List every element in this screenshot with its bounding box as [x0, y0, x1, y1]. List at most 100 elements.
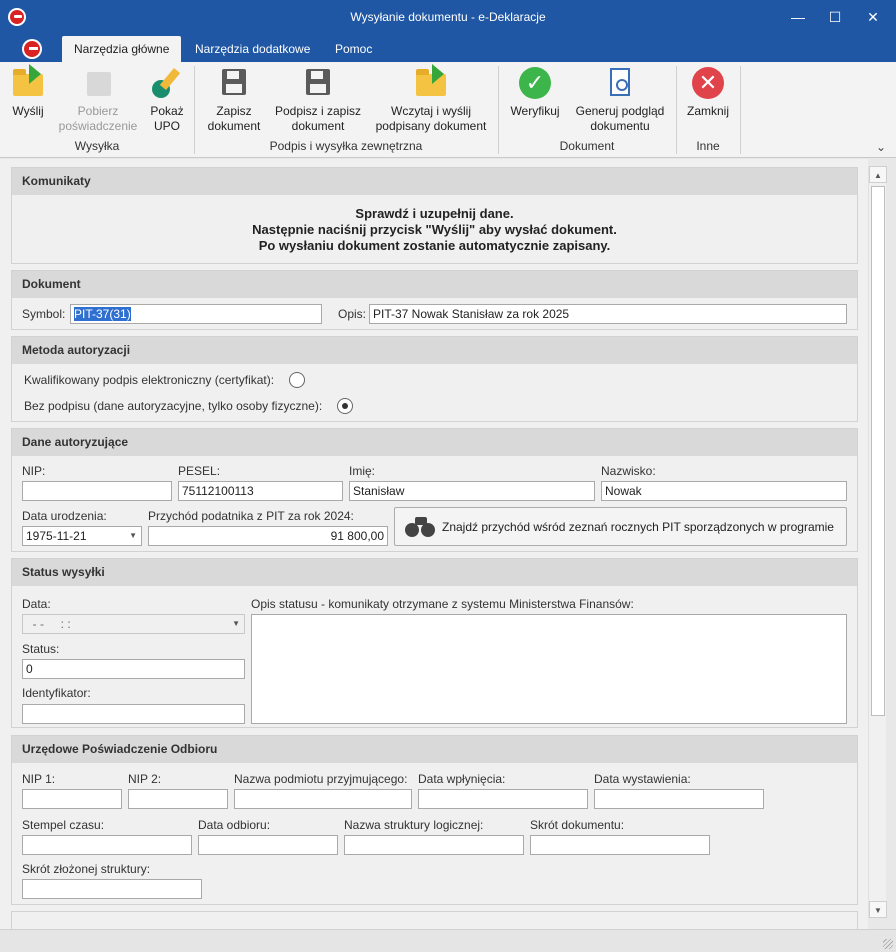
app-menu-button[interactable]: [14, 37, 48, 61]
scroll-up-arrow-icon[interactable]: ▲: [869, 166, 887, 183]
wczytaj-label-2: podpisany dokument: [375, 119, 487, 133]
nazwisko-field[interactable]: Nowak: [601, 481, 847, 501]
metoda-section: Metoda autoryzacji Kwalifikowany podpis …: [11, 336, 858, 422]
nip1-field[interactable]: [22, 789, 122, 809]
komunikaty-header: Komunikaty: [12, 168, 857, 195]
folder-load-send-icon: [414, 64, 448, 100]
nazwa-struktury-field[interactable]: [344, 835, 524, 855]
scroll-down-arrow-icon[interactable]: ▼: [869, 901, 887, 918]
close-icon: ✕: [867, 9, 879, 25]
data-wystawienia-field[interactable]: [594, 789, 764, 809]
nazwa-struktury-label: Nazwa struktury logicznej:: [344, 818, 484, 832]
imie-field[interactable]: Stanisław: [349, 481, 595, 501]
app-menu-logo-icon: [22, 39, 42, 59]
generuj-label-2: dokumentu: [590, 119, 650, 133]
group-inne-label: Inne: [696, 139, 720, 153]
dropdown-arrow-icon: ▼: [129, 531, 137, 540]
message-line-2: Następnie naciśnij przycisk "Wyślij" aby…: [252, 222, 617, 237]
tab-pomoc[interactable]: Pomoc: [323, 36, 384, 62]
opis-field[interactable]: PIT-37 Nowak Stanisław za rok 2025: [369, 304, 847, 324]
skrot-dokumentu-field[interactable]: [530, 835, 710, 855]
weryfikuj-button[interactable]: ✓ Weryfikuj: [506, 66, 564, 119]
nazwa-podmiotu-field[interactable]: [234, 789, 412, 809]
ribbon-collapse-button[interactable]: ⌄: [876, 140, 886, 154]
wczytaj-label-1: Wczytaj i wyślij: [391, 104, 471, 118]
group-podpis-label: Podpis i wysyłka zewnętrzna: [269, 139, 423, 153]
message-line-3: Po wysłaniu dokument zostanie automatycz…: [258, 238, 611, 253]
status-header: Status wysyłki: [12, 559, 857, 586]
upo-section: Urzędowe Poświadczenie Odbioru NIP 1: NI…: [11, 735, 858, 905]
nazwa-podmiotu-label: Nazwa podmiotu przyjmującego:: [234, 772, 408, 786]
pokaz-label-1: Pokaż: [150, 104, 184, 118]
przychod-label: Przychód podatnika z PIT za rok 2024:: [148, 509, 354, 523]
zamknij-button[interactable]: ✕ Zamknij: [682, 66, 734, 119]
symbol-field[interactable]: PIT-37(31): [70, 304, 322, 324]
tab-narzedzia-glowne[interactable]: Narzędzia główne: [62, 36, 182, 62]
group-separator: [740, 66, 741, 154]
option-certyfikat-label: Kwalifikowany podpis elektroniczny (cert…: [24, 373, 275, 387]
znajdz-przychod-label: Znajdź przychód wśród zeznań rocznych PI…: [442, 520, 834, 534]
upo-header: Urzędowe Poświadczenie Odbioru: [12, 736, 857, 763]
status-field[interactable]: 0: [22, 659, 245, 679]
resize-grip-icon[interactable]: [883, 939, 893, 949]
tab-narzedzia-dodatkowe[interactable]: Narzędzia dodatkowe: [183, 36, 322, 62]
generuj-podglad-button[interactable]: Generuj podgląd dokumentu: [572, 66, 668, 134]
option-certyfikat-radio[interactable]: [289, 372, 305, 388]
status-section: Status wysyłki Data: - - : : ▼ Status: 0 …: [11, 558, 858, 728]
pokaz-label-2: UPO: [153, 119, 180, 133]
opis-label: Opis:: [338, 307, 367, 321]
folder-send-icon: [11, 64, 45, 100]
close-window-button[interactable]: ✕: [850, 0, 896, 34]
save-icon: [217, 66, 251, 100]
group-dokument-label: Dokument: [559, 139, 615, 153]
podpisz-label-2: dokument: [291, 119, 345, 133]
title-bar: Wysyłanie dokumentu - e-Deklaracje — ☐ ✕: [0, 0, 896, 34]
dropdown-arrow-icon: ▼: [232, 619, 240, 628]
dane-section: Dane autoryzujące NIP: PESEL: 7511210011…: [11, 428, 858, 552]
opis-statusu-label: Opis statusu - komunikaty otrzymane z sy…: [251, 597, 634, 611]
opis-statusu-textarea[interactable]: [251, 614, 847, 724]
wczytaj-wyslij-button[interactable]: Wczytaj i wyślij podpisany dokument: [370, 64, 492, 134]
wyslij-button[interactable]: Wyślij: [6, 64, 50, 119]
zapisz-label-1: Zapisz: [216, 104, 252, 118]
close-circle-icon: ✕: [691, 66, 725, 100]
znajdz-przychod-button[interactable]: Znajdź przychód wśród zeznań rocznych PI…: [394, 507, 847, 546]
skrot-struktury-field[interactable]: [22, 879, 202, 899]
symbol-value: PIT-37(31): [74, 307, 131, 321]
data-wplyniecia-field[interactable]: [418, 789, 588, 809]
check-icon: ✓: [518, 66, 552, 100]
identyfikator-field[interactable]: [22, 704, 245, 724]
pesel-field[interactable]: 75112100113: [178, 481, 343, 501]
nip-field[interactable]: [22, 481, 172, 501]
message-line-1: Sprawdź i uzupełnij dane.: [355, 206, 514, 221]
status-data-picker[interactable]: - - : : ▼: [22, 614, 245, 634]
vertical-scrollbar[interactable]: ▲ ▼: [868, 166, 887, 918]
save-sign-icon: [301, 66, 335, 100]
status-data-value: - - : :: [26, 617, 71, 631]
generuj-label-1: Generuj podgląd: [575, 104, 665, 118]
dane-header: Dane autoryzujące: [12, 429, 857, 456]
przychod-field[interactable]: 91 800,00: [148, 526, 388, 546]
imie-label: Imię:: [349, 464, 376, 478]
weryfikuj-label: Weryfikuj: [510, 104, 560, 118]
next-section-partial: [11, 911, 858, 929]
data-urodzenia-label: Data urodzenia:: [22, 509, 107, 523]
data-label: Data:: [22, 597, 51, 611]
pobierz-poswiadczenie-button[interactable]: Pobierz poświadczenie: [56, 66, 140, 134]
skrot-struktury-label: Skrót złożonej struktury:: [22, 862, 151, 876]
data-odbioru-field[interactable]: [198, 835, 338, 855]
dokument-header: Dokument: [12, 271, 857, 298]
pobierz-label-2: poświadczenie: [58, 119, 138, 133]
download-certificate-icon: [81, 66, 115, 100]
option-bez-podpisu-radio[interactable]: [337, 398, 353, 414]
stempel-czasu-field[interactable]: [22, 835, 192, 855]
wyslij-label: Wyślij: [12, 104, 44, 118]
scrollbar-thumb[interactable]: [871, 186, 885, 716]
podpisz-label-1: Podpisz i zapisz: [274, 104, 362, 118]
zapisz-dokument-button[interactable]: Zapisz dokument: [200, 66, 268, 134]
data-urodzenia-picker[interactable]: 1975-11-21 ▼: [22, 526, 142, 546]
podpisz-zapisz-button[interactable]: Podpisz i zapisz dokument: [272, 66, 364, 134]
symbol-label: Symbol:: [22, 307, 66, 321]
pokaz-upo-button[interactable]: Pokaż UPO: [146, 66, 188, 134]
nip2-field[interactable]: [128, 789, 228, 809]
